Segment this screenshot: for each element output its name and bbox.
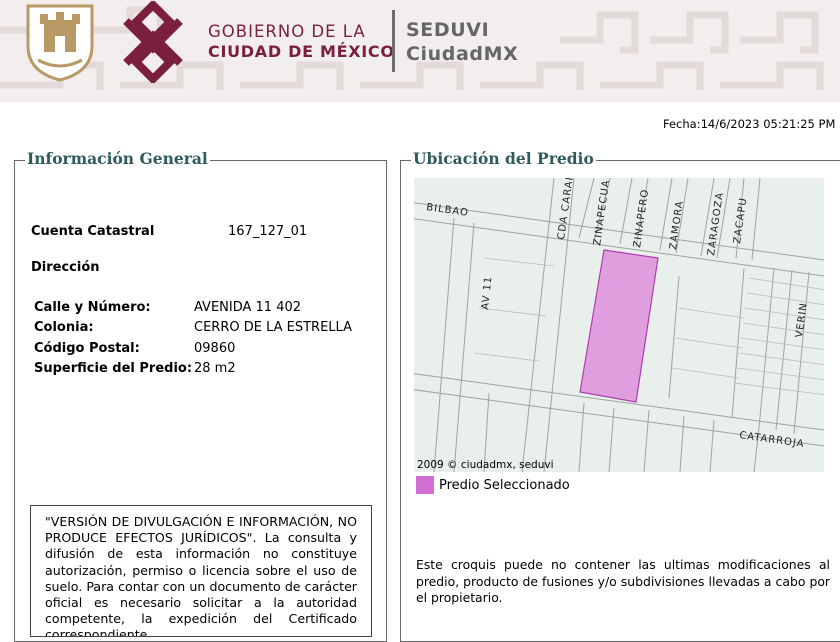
disclaimer-box: "VERSIÓN DE DIVULGACIÓN E INFORMACIÓN, N… xyxy=(30,505,372,637)
codigo-postal-label: Código Postal: xyxy=(34,341,140,356)
map-canvas: BILBAO CDA CARAI ZINAPECUA ZINAPERO ZAMO… xyxy=(414,178,824,472)
legend-swatch-predio xyxy=(416,476,434,494)
legend-label-predio: Predio Seleccionado xyxy=(439,478,570,493)
ubicacion-predio-title: Ubicación del Predio xyxy=(411,149,596,168)
colonia-value: CERRO DE LA ESTRELLA xyxy=(194,320,352,335)
colonia-label: Colonia: xyxy=(34,320,94,335)
disclaimer-text: "VERSIÓN DE DIVULGACIÓN E INFORMACIÓN, N… xyxy=(45,514,357,637)
seduvi-line-1: SEDUVI xyxy=(406,19,490,41)
map-copyright: 2009 © ciudadmx, seduvi xyxy=(417,459,554,471)
gobierno-line-2: CIUDAD DE MÉXICO xyxy=(208,42,395,61)
croquis-note: Este croquis puede no contener las ultim… xyxy=(416,557,830,605)
cuenta-catastral-label: Cuenta Catastral xyxy=(31,224,155,239)
report-date: Fecha:14/6/2023 05:21:25 PM xyxy=(663,117,836,131)
cdmx-knot-logo xyxy=(123,1,183,83)
calle-numero-value: AVENIDA 11 402 xyxy=(194,300,302,315)
direccion-label: Dirección xyxy=(31,260,100,275)
seduvi-line-2: CiudadMX xyxy=(406,43,519,65)
location-map[interactable]: BILBAO CDA CARAI ZINAPECUA ZINAPERO ZAMO… xyxy=(414,178,824,472)
codigo-postal-value: 09860 xyxy=(194,341,236,356)
calle-numero-label: Calle y Número: xyxy=(34,300,151,315)
gobierno-cdmx-wordmark: GOBIERNO DE LA CIUDAD DE MÉXICO xyxy=(208,22,395,62)
superficie-label: Superficie del Predio: xyxy=(34,361,193,376)
informacion-general-title: Información General xyxy=(25,149,210,168)
superficie-value: 28 m2 xyxy=(194,361,236,376)
gobierno-line-1: GOBIERNO DE LA xyxy=(208,22,366,41)
seduvi-wordmark: SEDUVI CiudadMX xyxy=(406,18,518,66)
cuenta-catastral-value: 167_127_01 xyxy=(228,224,308,239)
header-banner: GOBIERNO DE LA CIUDAD DE MÉXICO SEDUVI C… xyxy=(0,0,840,102)
mexico-city-shield-logo xyxy=(26,4,94,82)
header-divider xyxy=(392,10,395,72)
